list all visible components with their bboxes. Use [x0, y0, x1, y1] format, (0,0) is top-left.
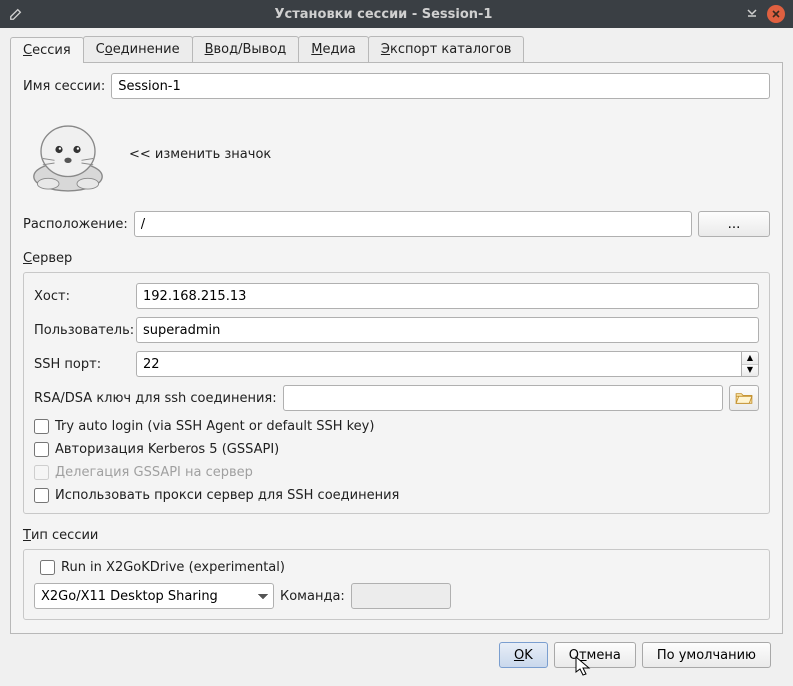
tab-session[interactable]: Сессия: [10, 37, 84, 63]
close-button[interactable]: [767, 5, 785, 23]
defaults-button[interactable]: По умолчанию: [642, 642, 771, 668]
server-group: Хост: Пользователь: SSH порт: ▲ ▼: [23, 272, 770, 514]
location-input[interactable]: [134, 211, 692, 237]
tab-page-session: Имя сессии:: [10, 63, 783, 634]
dialog-footer: OK Отмена По умолчанию: [10, 634, 783, 678]
rsadsa-input[interactable]: [283, 385, 723, 411]
command-input: [351, 583, 451, 609]
server-group-label: Сервер: [23, 251, 770, 266]
location-browse-button[interactable]: ...: [698, 211, 770, 237]
tab-bar: Сессия Соединение Ввод/Вывод Медиа Экспо…: [10, 36, 783, 63]
tab-io[interactable]: Ввод/Вывод: [192, 36, 300, 62]
tab-connection[interactable]: Соединение: [83, 36, 193, 62]
edit-icon: [8, 7, 24, 21]
tab-export[interactable]: Экспорт каталогов: [368, 36, 525, 62]
tab-media[interactable]: Медиа: [298, 36, 369, 62]
session-name-label: Имя сессии:: [23, 79, 105, 94]
session-type-group-label: Тип сессии: [23, 528, 770, 543]
kerberos-checkbox[interactable]: [34, 442, 49, 457]
gssapi-delegate-checkbox-row: Делегация GSSAPI на сервер: [34, 465, 759, 480]
session-icon: [23, 113, 113, 195]
proxy-label: Использовать прокси сервер для SSH соеди…: [55, 488, 399, 503]
kerberos-checkbox-row[interactable]: Авторизация Kerberos 5 (GSSAPI): [34, 442, 759, 457]
sshport-label: SSH порт:: [34, 357, 130, 372]
user-input[interactable]: [136, 317, 759, 343]
kdrive-checkbox-row[interactable]: Run in X2GoKDrive (experimental): [40, 560, 759, 575]
rsadsa-label: RSA/DSA ключ для ssh соединения:: [34, 391, 277, 406]
session-name-input[interactable]: [111, 73, 770, 99]
command-label: Команда:: [280, 589, 345, 604]
ok-button[interactable]: OK: [499, 642, 548, 668]
proxy-checkbox-row[interactable]: Использовать прокси сервер для SSH соеди…: [34, 488, 759, 503]
host-input[interactable]: [136, 283, 759, 309]
location-label: Расположение:: [23, 217, 128, 232]
proxy-checkbox[interactable]: [34, 488, 49, 503]
titlebar: Установки сессии - Session-1: [0, 0, 793, 28]
cancel-button[interactable]: Отмена: [554, 642, 636, 668]
session-type-group: Run in X2GoKDrive (experimental) X2Go/X1…: [23, 549, 770, 620]
minimize-button[interactable]: [743, 6, 761, 22]
autologin-label: Try auto login (via SSH Agent or default…: [55, 419, 374, 434]
gssapi-delegate-label: Делегация GSSAPI на сервер: [55, 465, 253, 480]
change-icon-link[interactable]: << изменить значок: [129, 147, 271, 162]
kdrive-checkbox[interactable]: [40, 560, 55, 575]
kerberos-label: Авторизация Kerberos 5 (GSSAPI): [55, 442, 279, 457]
sshport-up-button[interactable]: ▲: [742, 352, 758, 365]
autologin-checkbox-row[interactable]: Try auto login (via SSH Agent or default…: [34, 419, 759, 434]
session-type-select[interactable]: X2Go/X11 Desktop Sharing: [34, 583, 274, 609]
autologin-checkbox[interactable]: [34, 419, 49, 434]
host-label: Хост:: [34, 289, 130, 304]
user-label: Пользователь:: [34, 323, 130, 338]
sshport-down-button[interactable]: ▼: [742, 365, 758, 377]
gssapi-delegate-checkbox: [34, 465, 49, 480]
sshport-input[interactable]: [136, 351, 741, 377]
window-title: Установки сессии - Session-1: [24, 7, 743, 22]
rsadsa-browse-button[interactable]: [729, 385, 759, 411]
kdrive-label: Run in X2GoKDrive (experimental): [61, 560, 285, 575]
